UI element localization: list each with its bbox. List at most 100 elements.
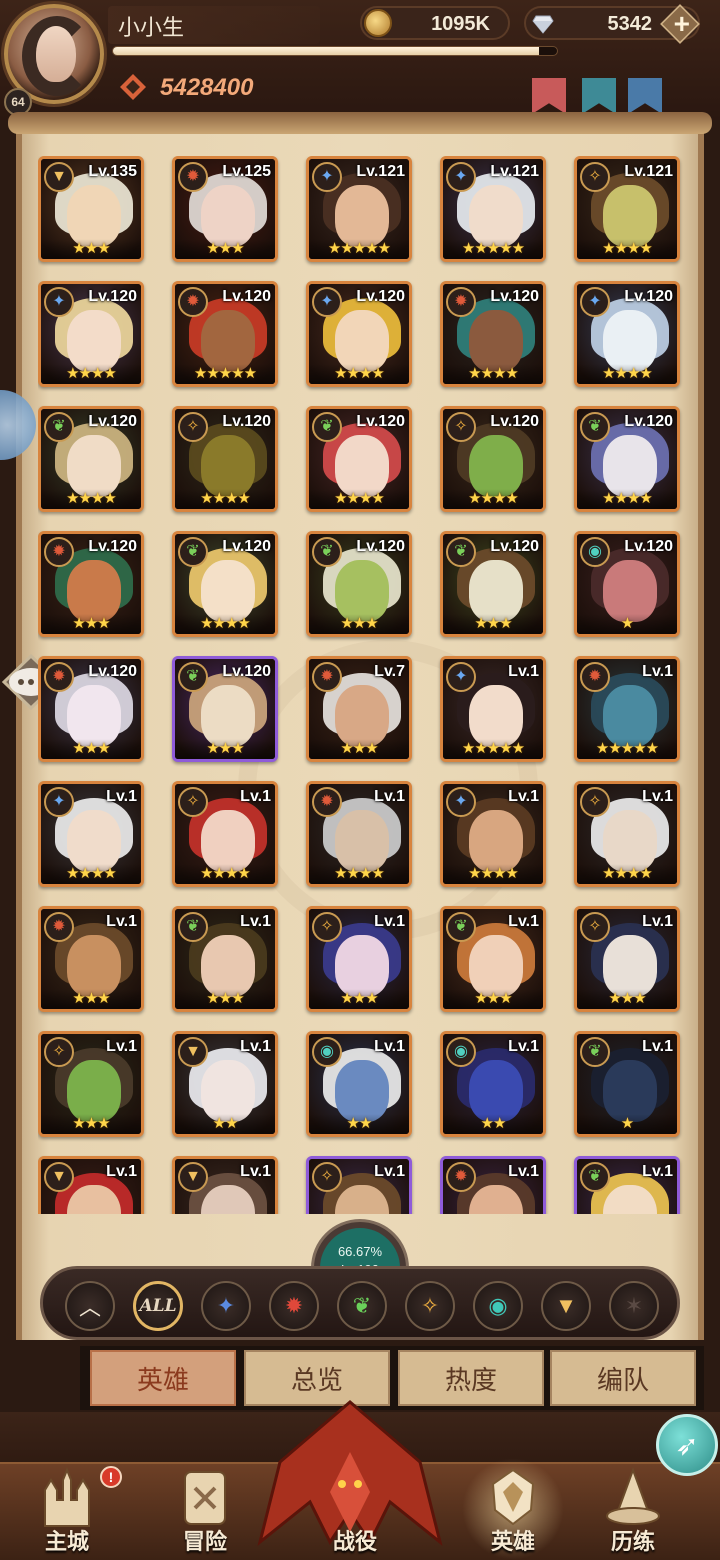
hero-card[interactable]: ◉ Lv.1 ★★ — [440, 1031, 546, 1137]
avatar-face — [36, 26, 76, 82]
hero-card[interactable]: ✧ Lv.120 ★★★★ — [440, 406, 546, 512]
hero-card[interactable]: ✦ Lv.1 ★★★★★ — [440, 656, 546, 762]
hero-face — [335, 435, 389, 497]
hero-card[interactable]: ❦ Lv.120 ★★★ — [172, 656, 278, 762]
faction-icon: ✦ — [312, 162, 342, 192]
hero-card[interactable]: ◉ Lv.1 ★★ — [306, 1031, 412, 1137]
hero-face — [469, 310, 523, 372]
faction-icon: ▼ — [44, 162, 74, 192]
faction-icon: ✹ — [446, 287, 476, 317]
faction-icon: ❦ — [580, 1037, 610, 1067]
hero-card[interactable]: ✧ Lv.121 ★★★★ — [574, 156, 680, 262]
hero-card[interactable]: ❦ Lv.120 ★★★ — [306, 531, 412, 637]
hero-stars: ★★★★ — [175, 489, 275, 509]
hero-card[interactable]: ✦ Lv.121 ★★★★★ — [306, 156, 412, 262]
filter-dimensional[interactable]: ✶ — [609, 1281, 659, 1331]
hero-card[interactable]: ✦ Lv.121 ★★★★★ — [440, 156, 546, 262]
hero-level: Lv.125 — [222, 163, 271, 180]
hero-card[interactable]: ✹ Lv.125 ★★★ — [172, 156, 278, 262]
hero-stars: ★★★ — [175, 989, 275, 1009]
hero-card[interactable]: ✹ Lv.120 ★★★★ — [440, 281, 546, 387]
filter-celestial[interactable]: ◉ — [473, 1281, 523, 1331]
nav-trials[interactable]: 历练 — [578, 1466, 688, 1558]
filter-wilders[interactable]: ❦ — [337, 1281, 387, 1331]
hero-card[interactable]: ✹ Lv.1 ★★★ — [38, 906, 144, 1012]
hero-card[interactable]: ✧ Lv.1 ★★★ — [306, 906, 412, 1012]
hero-card[interactable]: ❦ Lv.1 ★ — [574, 1031, 680, 1137]
hero-face — [603, 810, 657, 872]
hero-face — [67, 1060, 121, 1122]
hero-level: Lv.1 — [240, 1163, 271, 1180]
hero-stars: ★★ — [309, 1114, 409, 1134]
hero-card[interactable]: ✧ Lv.1 ★★★★ — [574, 781, 680, 887]
nav-campaign[interactable]: 战役 — [300, 1466, 410, 1558]
hero-card[interactable]: ▼ Lv.1 — [172, 1156, 278, 1214]
hero-card[interactable]: ▼ Lv.1 ★★ — [172, 1031, 278, 1137]
hero-stars: ★★★ — [41, 1114, 141, 1134]
hero-card[interactable]: ✦ Lv.120 ★★★★ — [38, 281, 144, 387]
faction-icon: ✧ — [178, 412, 208, 442]
hero-level: Lv.1 — [374, 1038, 405, 1055]
nav-heroes[interactable]: 英雄 — [458, 1454, 568, 1560]
hero-card[interactable]: ✧ Lv.1 ★★★★ — [172, 781, 278, 887]
hero-card[interactable]: ✹ Lv.1 — [440, 1156, 546, 1214]
hero-card[interactable]: ✦ Lv.1 ★★★★ — [38, 781, 144, 887]
tab-heroes[interactable]: 英雄 — [90, 1350, 236, 1406]
hero-face — [67, 185, 121, 247]
hero-card[interactable]: ✦ Lv.1 ★★★★ — [440, 781, 546, 887]
filter-hypogean[interactable]: ▼ — [541, 1281, 591, 1331]
hero-card[interactable]: ✧ Lv.120 ★★★★ — [172, 406, 278, 512]
hero-card[interactable]: ❦ Lv.1 ★★★ — [172, 906, 278, 1012]
gold-currency[interactable]: 1095K — [360, 6, 510, 40]
filter-all[interactable]: ALL — [133, 1281, 183, 1331]
gem-currency[interactable]: 5342 + — [524, 4, 700, 44]
hero-helmet-icon — [491, 1468, 535, 1526]
filter-collapse[interactable]: ︿ — [65, 1281, 115, 1331]
hero-card[interactable]: ✦ Lv.120 ★★★★ — [306, 281, 412, 387]
hero-level: Lv.1 — [642, 663, 673, 680]
hero-card[interactable]: ▼ Lv.135 ★★★ — [38, 156, 144, 262]
faction-icon: ✧ — [44, 1037, 74, 1067]
hero-card[interactable]: ✹ Lv.120 ★★★ — [38, 656, 144, 762]
hero-card[interactable]: ✹ Lv.7 ★★★ — [306, 656, 412, 762]
hero-face — [469, 1060, 523, 1122]
hero-level: Lv.120 — [88, 288, 137, 305]
filter-lightbearers[interactable]: ✦ — [201, 1281, 251, 1331]
hero-level: Lv.120 — [624, 288, 673, 305]
filter-maulers[interactable]: ✹ — [269, 1281, 319, 1331]
hero-card[interactable]: ✹ Lv.120 ★★★★★ — [172, 281, 278, 387]
hero-card[interactable]: ❦ Lv.120 ★★★★ — [38, 406, 144, 512]
hero-card[interactable]: ◉ Lv.120 ★ — [574, 531, 680, 637]
hero-card[interactable]: ✧ Lv.1 ★★★ — [38, 1031, 144, 1137]
hero-face — [335, 810, 389, 872]
hero-face — [335, 310, 389, 372]
hero-card[interactable]: ❦ Lv.120 ★★★ — [440, 531, 546, 637]
hero-card[interactable]: ❦ Lv.1 ★★★ — [440, 906, 546, 1012]
hero-stars: ★ — [577, 614, 677, 634]
hero-card[interactable]: ▼ Lv.1 — [38, 1156, 144, 1214]
hero-level: Lv.1 — [374, 788, 405, 805]
top-header: 64 小小生 5428400 1095K 5342 + — [0, 0, 720, 120]
hero-card[interactable]: ✧ Lv.1 — [306, 1156, 412, 1214]
rocket-shortcut-button[interactable]: ➶ — [656, 1414, 718, 1476]
filter-graveborn[interactable]: ✧ — [405, 1281, 455, 1331]
faction-icon: ✹ — [44, 537, 74, 567]
hero-level: Lv.120 — [222, 538, 271, 555]
hero-card[interactable]: ✹ Lv.120 ★★★ — [38, 531, 144, 637]
hero-card[interactable]: ✧ Lv.1 ★★★ — [574, 906, 680, 1012]
hero-card[interactable]: ✹ Lv.1 ★★★★ — [306, 781, 412, 887]
hero-card[interactable]: ❦ Lv.1 — [574, 1156, 680, 1214]
faction-icon: ✧ — [446, 412, 476, 442]
hero-card[interactable]: ❦ Lv.120 ★★★★ — [306, 406, 412, 512]
hero-level: Lv.120 — [490, 538, 539, 555]
hero-card[interactable]: ❦ Lv.120 ★★★★ — [172, 531, 278, 637]
hero-card[interactable]: ✦ Lv.120 ★★★★ — [574, 281, 680, 387]
hero-level: Lv.1 — [508, 913, 539, 930]
faction-icon: ◉ — [446, 1037, 476, 1067]
hero-card[interactable]: ✹ Lv.1 ★★★★★ — [574, 656, 680, 762]
tab-formation[interactable]: 编队 — [550, 1350, 696, 1406]
hero-level: Lv.1 — [642, 1038, 673, 1055]
nav-adventure[interactable]: 冒险 — [150, 1466, 260, 1558]
faction-icon: ✹ — [312, 787, 342, 817]
hero-card[interactable]: ❦ Lv.120 ★★★★ — [574, 406, 680, 512]
